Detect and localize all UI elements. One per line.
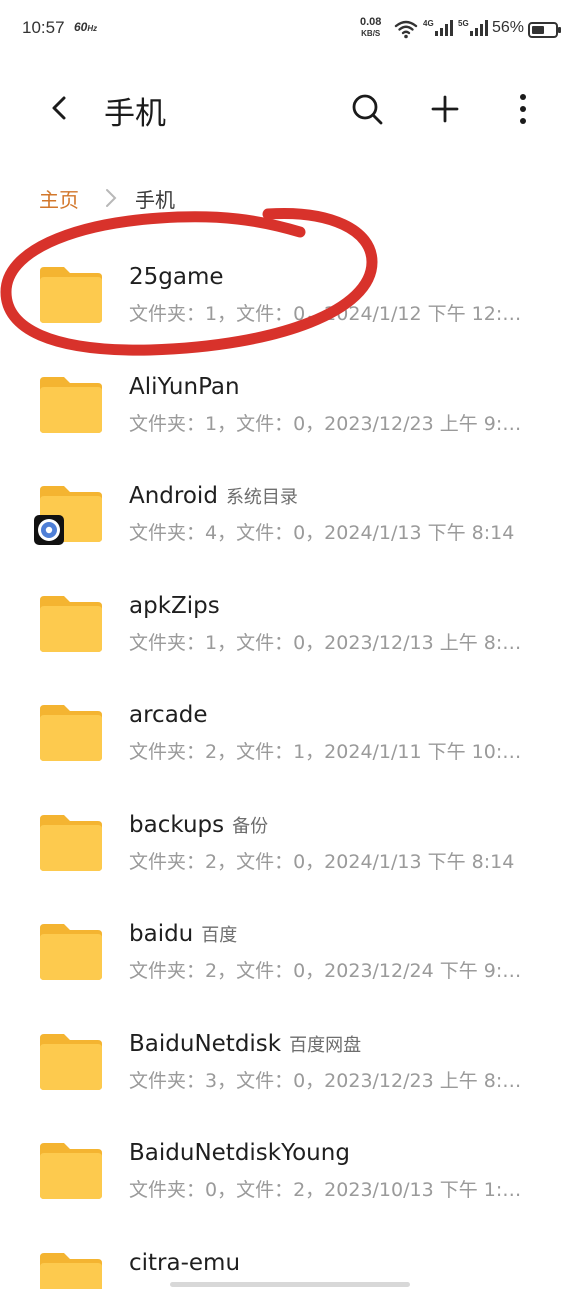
file-row[interactable]: apkZips 文件夹：1，文件：0，2023/12/13 上午 8:…: [0, 557, 580, 667]
status-time: 10:57: [22, 18, 65, 37]
settings-gear-icon: [34, 515, 64, 545]
file-list: 25game 文件夹：1，文件：0，2024/1/12 下午 12:… AliYun…: [0, 228, 580, 1289]
file-name: backups 备份: [129, 812, 268, 838]
file-tag: 百度网盘: [289, 1034, 362, 1056]
battery-percent: 56%: [492, 19, 525, 36]
file-meta: 文件夹：2，文件：0，2024/1/13 下午 8:14: [129, 850, 515, 873]
home-indicator[interactable]: [170, 1282, 410, 1287]
file-meta: 文件夹：1，文件：0，2023/12/13 上午 8:…: [129, 631, 522, 654]
file-meta: 文件夹：2，文件：0，2023/12/24 下午 9:…: [129, 960, 522, 982]
annotation-circle: [0, 207, 378, 356]
more-vertical-icon[interactable]: [506, 92, 540, 126]
file-meta: 文件夹：2，文件：1，2024/1/11 下午 10:…: [129, 741, 522, 763]
file-name-text: baidu: [129, 921, 194, 947]
file-row[interactable]: citra-emu: [0, 1214, 580, 1289]
file-row[interactable]: backups 备份文件夹：2，文件：0，2024/1/13 下午 8:14: [0, 776, 580, 886]
file-tag: 系统目录: [225, 487, 298, 508]
status-bar: 10:57 60Hz 0.08 KB/S 4G 5G 56%: [0, 0, 580, 60]
file-meta: 文件夹：3，文件：0，2023/12/23 上午 8:…: [129, 1069, 522, 1092]
file-row[interactable]: Android 系统目录文件夹：4，文件：0，2024/1/13 下午 8:14: [0, 447, 580, 557]
back-arrow-icon[interactable]: [44, 92, 76, 124]
file-name-text: AliYunPan: [129, 373, 240, 400]
file-tag: 百度: [201, 925, 238, 946]
app-toolbar: 手机: [0, 70, 580, 150]
file-meta: 文件夹：4，文件：0，2024/1/13 下午 8:14: [129, 522, 515, 544]
folder-icon: [38, 373, 104, 435]
file-name-text: BaiduNetdiskYoung: [129, 1140, 350, 1166]
folder-icon: [38, 592, 104, 654]
file-name-text: BaiduNetdisk: [129, 1030, 282, 1057]
battery-icon: [528, 22, 561, 38]
folder-icon: [38, 701, 104, 763]
add-icon[interactable]: [428, 92, 462, 126]
file-name-text: arcade: [129, 702, 208, 728]
signal-4g-icon: 4G: [423, 19, 453, 36]
file-name-text: Android: [129, 483, 218, 509]
file-name: AliYunPan: [129, 374, 240, 400]
file-row[interactable]: BaiduNetdisk 百度网盘文件夹：3，文件：0，2023/12/23 上午…: [0, 995, 580, 1105]
file-name: baidu 百度: [129, 921, 237, 947]
file-row[interactable]: baidu 百度文件夹：2，文件：0，2023/12/24 下午 9:…: [0, 885, 580, 995]
file-name-text: backups: [129, 811, 225, 838]
file-name: citra-emu: [129, 1250, 240, 1276]
file-name: arcade: [129, 702, 208, 728]
folder-icon: [38, 1249, 104, 1289]
file-tag: 备份: [232, 815, 269, 837]
network-speed: 0.08 KB/S: [360, 16, 382, 39]
file-name-text: citra-emu: [129, 1249, 241, 1276]
file-name-text: apkZips: [129, 592, 220, 619]
search-icon[interactable]: [350, 92, 384, 126]
file-name: Android 系统目录: [129, 483, 298, 509]
folder-icon: [38, 1030, 104, 1092]
file-name: BaiduNetdisk 百度网盘: [129, 1031, 361, 1057]
file-meta: 文件夹：0，文件：2，2023/10/13 下午 1:…: [129, 1179, 522, 1201]
svg-text:4G: 4G: [423, 19, 434, 28]
folder-icon: [38, 920, 104, 982]
file-meta: 文件夹：1，文件：0，2023/12/23 上午 9:…: [129, 412, 522, 435]
refresh-rate: 60Hz: [74, 20, 98, 34]
file-row[interactable]: arcade 文件夹：2，文件：1，2024/1/11 下午 10:…: [0, 666, 580, 776]
page-title: 手机: [104, 96, 166, 132]
file-name: BaiduNetdiskYoung: [129, 1140, 350, 1166]
folder-icon: [38, 1139, 104, 1201]
wifi-icon: [394, 20, 418, 39]
signal-5g-icon: 5G: [458, 19, 488, 36]
folder-icon: [38, 811, 104, 873]
svg-text:5G: 5G: [458, 19, 469, 28]
file-name: apkZips: [129, 593, 220, 619]
file-row[interactable]: BaiduNetdiskYoung 文件夹：0，文件：2，2023/10/13 下…: [0, 1104, 580, 1214]
